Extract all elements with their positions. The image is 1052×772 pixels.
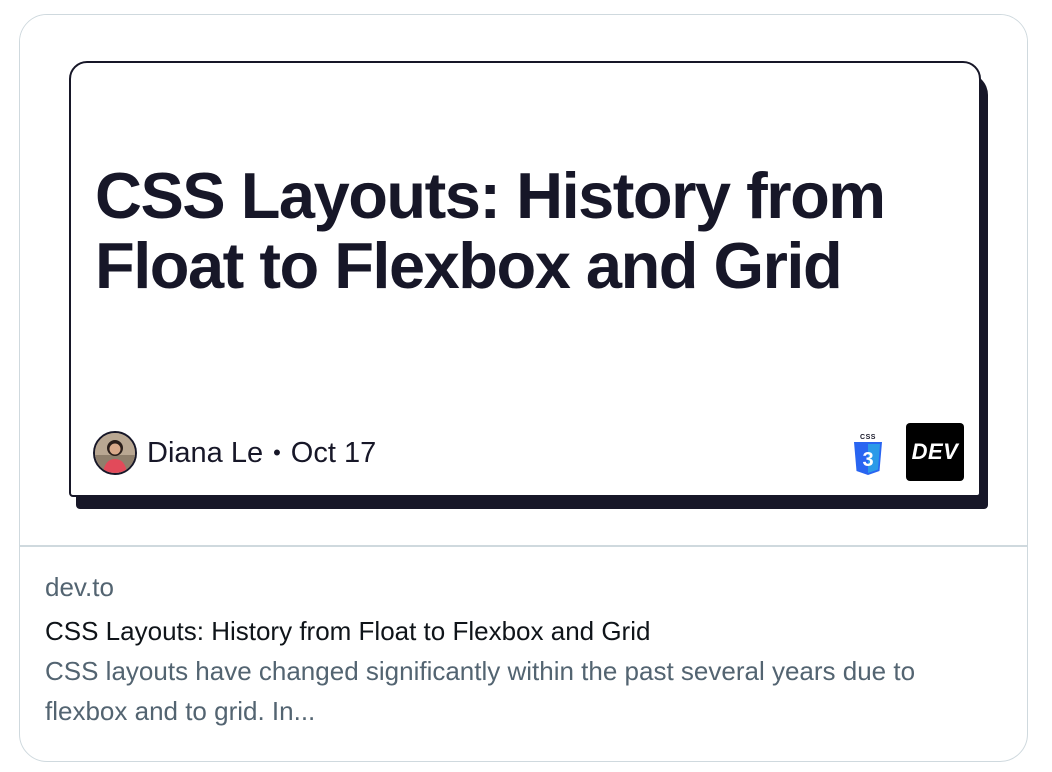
link-title: CSS Layouts: History from Float to Flexb… <box>45 616 651 646</box>
svg-text:CSS: CSS <box>860 434 876 441</box>
publish-date: Oct 17 <box>290 436 377 469</box>
byline: Diana Le • Oct 17 <box>93 429 376 477</box>
link-domain: dev.to <box>45 572 114 602</box>
link-info[interactable]: dev.to CSS Layouts: History from Float t… <box>45 571 995 731</box>
avatar <box>93 431 137 475</box>
link-preview-image[interactable]: CSS Layouts: History from Float to Flexb… <box>20 15 1027 545</box>
link-preview-card[interactable]: CSS Layouts: History from Float to Flexb… <box>19 14 1028 762</box>
author-name: Diana Le <box>147 436 264 469</box>
dev-logo-icon: DEV <box>906 423 964 481</box>
cover-panel: CSS Layouts: History from Float to Flexb… <box>69 61 981 497</box>
avatar-photo-icon <box>95 433 135 473</box>
byline-separator: • <box>273 440 281 465</box>
link-description: CSS layouts have changed significantly w… <box>45 656 916 726</box>
card-divider <box>20 545 1027 547</box>
css3-icon: CSS 3 <box>851 431 885 477</box>
svg-text:3: 3 <box>862 449 873 471</box>
cover-title: CSS Layouts: History from Float to Flexb… <box>95 159 886 302</box>
